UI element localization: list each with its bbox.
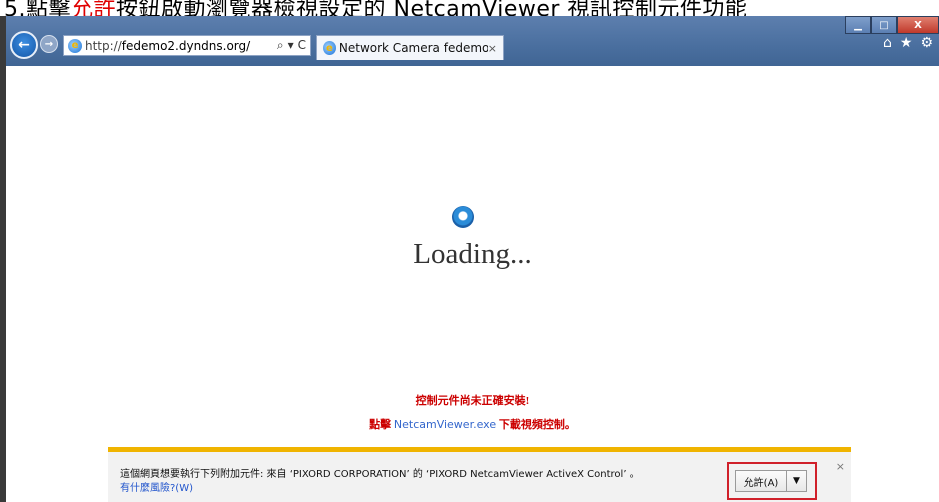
tab-network-camera[interactable]: e Network Camera fedemo... ×	[316, 35, 504, 60]
maximize-button[interactable]: □	[871, 16, 897, 34]
forward-arrow-icon: →	[44, 38, 54, 50]
caption-suffix: 按鈕啟動瀏覽器檢視設定的 NetcamViewer 視訊控制元件功能	[116, 0, 748, 16]
home-icon[interactable]: ⌂	[883, 35, 892, 51]
allow-button[interactable]: 允許(A)	[735, 470, 787, 492]
search-icon[interactable]: ⌕	[277, 38, 284, 53]
close-window-button[interactable]: X	[897, 16, 939, 34]
address-tools: ⌕ ▾ C	[277, 38, 310, 53]
control-not-installed-warning: 控制元件尚未正確安裝!	[415, 395, 530, 407]
allow-dropdown-button[interactable]: ▼	[787, 470, 807, 492]
forward-button[interactable]: →	[40, 35, 58, 53]
loading-spinner-icon	[452, 206, 474, 228]
netcamviewer-download-link[interactable]: NetcamViewer.exe	[394, 418, 496, 431]
loading-text: Loading...	[413, 238, 532, 270]
caption-prefix: 5.點擊	[4, 0, 71, 16]
tab-close-icon[interactable]: ×	[488, 42, 497, 55]
caption-highlight: 允許	[71, 0, 117, 16]
notification-message: 這個網頁想要執行下列附加元件: 來自 ‘PIXORD CORPORATION’ …	[120, 469, 640, 480]
back-button[interactable]: ←	[10, 31, 38, 59]
risk-info-link[interactable]: 有什麼風險?(W)	[120, 479, 193, 494]
back-arrow-icon: ←	[18, 37, 30, 53]
notification-close-icon[interactable]: ×	[836, 460, 845, 473]
browser-chrome: ▁ □ X ← → e http://fedemo2.dyndns.org/ ⌕…	[6, 16, 939, 66]
refresh-icon[interactable]: C	[298, 38, 306, 53]
window-controls: ▁ □ X	[845, 16, 939, 34]
caption-text: 5.點擊允許按鈕啟動瀏覽器檢視設定的 NetcamViewer 視訊控制元件功能	[4, 0, 747, 16]
url-prefix: http://	[85, 38, 122, 53]
tab-title: Network Camera fedemo...	[338, 41, 488, 55]
toolbar-icons: ⌂ ★ ⚙	[883, 35, 933, 51]
tools-gear-icon[interactable]: ⚙	[920, 35, 933, 51]
tab-favicon-icon: e	[323, 41, 336, 55]
favorites-star-icon[interactable]: ★	[900, 35, 913, 51]
download-prefix: 點擊	[369, 419, 394, 431]
url-host: fedemo2.dyndns.org/	[121, 38, 251, 53]
document-caption: 5.點擊允許按鈕啟動瀏覽器檢視設定的 NetcamViewer 視訊控制元件功能	[0, 0, 939, 16]
allow-highlight-box: 允許(A) ▼	[727, 462, 817, 500]
download-instruction: 點擊 NetcamViewer.exe 下載視頻控制。	[6, 416, 939, 432]
page-content: Loading... 控制元件尚未正確安裝! 點擊 NetcamViewer.e…	[6, 66, 939, 502]
addon-notification-bar: 這個網頁想要執行下列附加元件: 來自 ‘PIXORD CORPORATION’ …	[108, 447, 851, 502]
dropdown-arrow-icon: ▼	[793, 476, 800, 486]
address-bar[interactable]: e http://fedemo2.dyndns.org/ ⌕ ▾ C	[63, 35, 311, 56]
ie-page-icon: e	[68, 38, 82, 53]
address-url[interactable]: http://fedemo2.dyndns.org/	[85, 39, 250, 53]
download-suffix: 下載視頻控制。	[496, 419, 576, 431]
minimize-button[interactable]: ▁	[845, 16, 871, 34]
address-dropdown-icon[interactable]: ▾	[288, 38, 294, 53]
